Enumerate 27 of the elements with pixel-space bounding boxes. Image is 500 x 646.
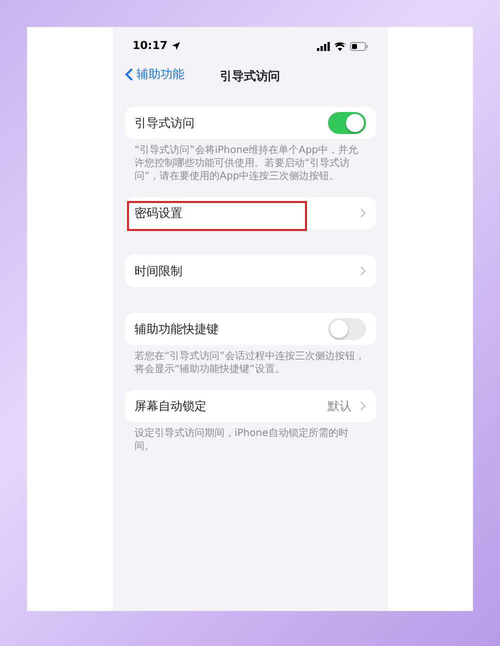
settings-row[interactable]: 屏幕自动锁定 默认 (124, 390, 376, 422)
settings-row[interactable]: 引导式访问 (124, 107, 376, 139)
row-label: 密码设置 (134, 205, 182, 222)
row-label: 时间限制 (134, 263, 182, 280)
chevron-right-icon (360, 266, 366, 276)
section-footer: 若您在“引导式访问”会话过程中连按三次侧边按钮，将会显示“辅助功能快捷键”设置。 (124, 345, 376, 376)
section-footer: 设定引导式访问期间，iPhone自动锁定所需的时间。 (124, 422, 376, 453)
signal-icon (316, 42, 330, 50)
back-link[interactable]: 辅助功能 (124, 65, 184, 83)
back-chevron-icon (124, 68, 132, 80)
toggle-switch[interactable] (328, 318, 366, 340)
location-arrow-icon (172, 42, 180, 50)
row-label: 引导式访问 (134, 115, 194, 132)
status-time: 10:17 (132, 38, 168, 54)
section-footer: “引导式访问”会将iPhone维持在单个App中，并允许您控制哪些功能可供使用。若要启动“引导式访问”，请在要使用的App中连按三次侧边按钮。 (124, 139, 376, 183)
toggle-switch[interactable] (328, 112, 366, 134)
page-title: 引导式访问 (220, 68, 280, 85)
chevron-right-icon (360, 401, 366, 411)
settings-row[interactable]: 时间限制 (124, 255, 376, 287)
battery-icon (350, 42, 368, 50)
wifi-icon (334, 42, 346, 50)
settings-row[interactable]: 辅助功能快捷键 (124, 313, 376, 345)
settings-row[interactable]: 密码设置 (124, 197, 376, 229)
chevron-right-icon (360, 208, 366, 218)
row-value: 默认 (328, 398, 352, 415)
row-label: 屏幕自动锁定 (134, 398, 206, 415)
row-label: 辅助功能快捷键 (134, 321, 218, 338)
